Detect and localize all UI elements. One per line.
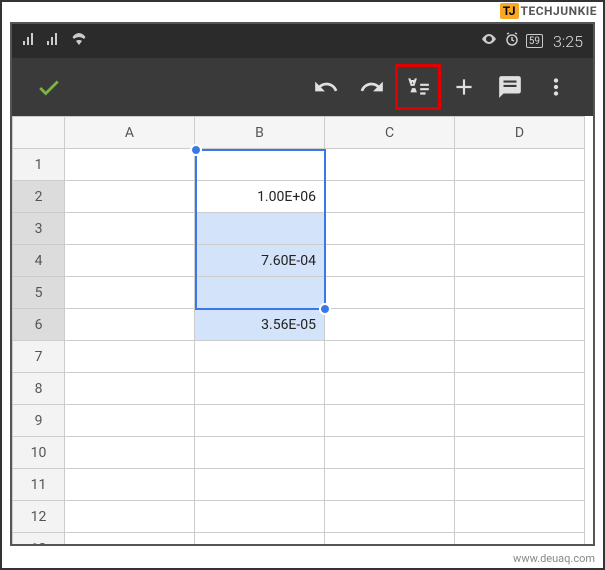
cell-A6[interactable] — [65, 309, 195, 341]
cell-A13[interactable] — [65, 533, 195, 547]
toolbar — [12, 58, 593, 116]
cell-C2[interactable] — [325, 181, 455, 213]
cell-C3[interactable] — [325, 213, 455, 245]
cell-B10[interactable] — [195, 437, 325, 469]
row-header-5[interactable]: 5 — [13, 277, 65, 309]
row-header-6[interactable]: 6 — [13, 309, 65, 341]
spreadsheet[interactable]: A B C D 1 2 1.00E+06 3 4 7.60E-04 5 6 3.56E… — [12, 116, 593, 546]
row-header-11[interactable]: 11 — [13, 469, 65, 501]
format-button[interactable] — [395, 64, 441, 110]
selection-handle-bottom[interactable] — [319, 303, 331, 315]
col-header-D[interactable]: D — [455, 117, 585, 149]
wifi-icon — [70, 32, 88, 50]
signal-icon-1 — [22, 32, 38, 50]
cell-D10[interactable] — [455, 437, 585, 469]
cell-B9[interactable] — [195, 405, 325, 437]
row-header-4[interactable]: 4 — [13, 245, 65, 277]
undo-button[interactable] — [303, 64, 349, 110]
more-button[interactable] — [533, 64, 579, 110]
comment-button[interactable] — [487, 64, 533, 110]
row-header-13[interactable]: 13 — [13, 533, 65, 547]
row-header-3[interactable]: 3 — [13, 213, 65, 245]
row-header-12[interactable]: 12 — [13, 501, 65, 533]
cell-D1[interactable] — [455, 149, 585, 181]
battery-indicator: 59 — [526, 34, 543, 48]
cell-D2[interactable] — [455, 181, 585, 213]
cell-D3[interactable] — [455, 213, 585, 245]
col-header-B[interactable]: B — [195, 117, 325, 149]
cell-B4[interactable]: 7.60E-04 — [195, 245, 325, 277]
cell-A7[interactable] — [65, 341, 195, 373]
cell-A9[interactable] — [65, 405, 195, 437]
cell-D7[interactable] — [455, 341, 585, 373]
cell-B7[interactable] — [195, 341, 325, 373]
cell-B3[interactable] — [195, 213, 325, 245]
cell-D11[interactable] — [455, 469, 585, 501]
signal-icon-2 — [46, 32, 62, 50]
cell-D4[interactable] — [455, 245, 585, 277]
cell-B2[interactable]: 1.00E+06 — [195, 181, 325, 213]
row-header-9[interactable]: 9 — [13, 405, 65, 437]
corner-cell[interactable] — [13, 117, 65, 149]
cell-A8[interactable] — [65, 373, 195, 405]
cell-C13[interactable] — [325, 533, 455, 547]
cell-B5[interactable] — [195, 277, 325, 309]
cell-A11[interactable] — [65, 469, 195, 501]
watermark-text: TECHJUNKIE — [521, 4, 597, 18]
cell-C8[interactable] — [325, 373, 455, 405]
cell-C12[interactable] — [325, 501, 455, 533]
add-button[interactable] — [441, 64, 487, 110]
cell-A5[interactable] — [65, 277, 195, 309]
cell-D5[interactable] — [455, 277, 585, 309]
cell-A2[interactable] — [65, 181, 195, 213]
row-header-7[interactable]: 7 — [13, 341, 65, 373]
cell-B1[interactable] — [195, 149, 325, 181]
cell-B11[interactable] — [195, 469, 325, 501]
phone-frame: 59 3:25 A B — [10, 22, 595, 546]
cell-D6[interactable] — [455, 309, 585, 341]
col-header-A[interactable]: A — [65, 117, 195, 149]
status-bar: 59 3:25 — [12, 24, 593, 58]
cell-C4[interactable] — [325, 245, 455, 277]
watermark-bottom: www.deuaq.com — [513, 552, 595, 565]
cell-C9[interactable] — [325, 405, 455, 437]
cell-B12[interactable] — [195, 501, 325, 533]
cell-D12[interactable] — [455, 501, 585, 533]
clock: 3:25 — [553, 32, 583, 51]
cell-C10[interactable] — [325, 437, 455, 469]
row-header-1[interactable]: 1 — [13, 149, 65, 181]
cell-C1[interactable] — [325, 149, 455, 181]
cell-A3[interactable] — [65, 213, 195, 245]
cell-C11[interactable] — [325, 469, 455, 501]
confirm-button[interactable] — [26, 64, 72, 110]
cell-B6[interactable]: 3.56E-05 — [195, 309, 325, 341]
cell-B13[interactable] — [195, 533, 325, 547]
eye-icon — [480, 32, 498, 50]
battery-pct: 59 — [529, 36, 540, 47]
cell-A10[interactable] — [65, 437, 195, 469]
cell-D9[interactable] — [455, 405, 585, 437]
grid: A B C D 1 2 1.00E+06 3 4 7.60E-04 5 6 3.56E… — [12, 116, 585, 546]
col-header-C[interactable]: C — [325, 117, 455, 149]
row-header-2[interactable]: 2 — [13, 181, 65, 213]
row-header-8[interactable]: 8 — [13, 373, 65, 405]
cell-A12[interactable] — [65, 501, 195, 533]
cell-C6[interactable] — [325, 309, 455, 341]
row-header-10[interactable]: 10 — [13, 437, 65, 469]
cell-A1[interactable] — [65, 149, 195, 181]
alarm-icon — [504, 31, 520, 51]
watermark-top: TJTECHJUNKIE — [500, 4, 597, 18]
cell-A4[interactable] — [65, 245, 195, 277]
cell-B8[interactable] — [195, 373, 325, 405]
cell-C5[interactable] — [325, 277, 455, 309]
redo-button[interactable] — [349, 64, 395, 110]
selection-handle-top[interactable] — [190, 144, 202, 156]
watermark-badge: TJ — [500, 3, 519, 19]
cell-D13[interactable] — [455, 533, 585, 547]
cell-C7[interactable] — [325, 341, 455, 373]
cell-D8[interactable] — [455, 373, 585, 405]
